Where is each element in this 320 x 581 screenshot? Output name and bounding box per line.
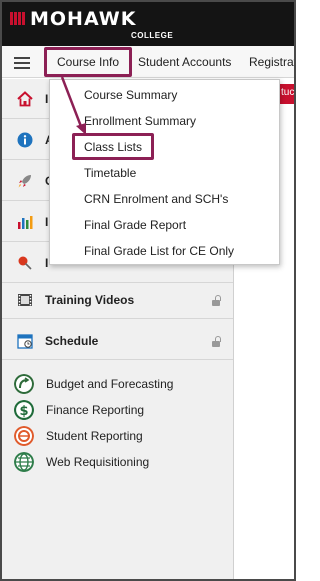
menu-item-final-grade-list-ce[interactable]: Final Grade List for CE Only bbox=[84, 244, 234, 258]
app-link-label: Budget and Forecasting bbox=[46, 377, 174, 391]
sidebar-item-label: I bbox=[45, 215, 49, 229]
nav-student-accounts[interactable]: Student Accounts bbox=[138, 55, 231, 69]
bar-chart-icon bbox=[18, 216, 33, 229]
info-icon bbox=[17, 132, 33, 148]
logo-mark-icon bbox=[10, 12, 26, 25]
calendar-icon bbox=[17, 334, 33, 349]
nav-registration[interactable]: Registrat bbox=[249, 55, 294, 69]
course-info-dropdown: Course Summary Enrollment Summary Class … bbox=[49, 79, 280, 265]
budget-icon bbox=[14, 374, 34, 394]
logo-subtext: COLLEGE bbox=[131, 31, 174, 40]
header-bar: MOHAWK COLLEGE bbox=[2, 2, 294, 46]
menu-item-final-grade-report[interactable]: Final Grade Report bbox=[84, 218, 186, 232]
lock-icon[interactable] bbox=[212, 295, 222, 306]
sidebar-item-label: Training Videos bbox=[45, 293, 135, 307]
menu-item-crn-enrolment[interactable]: CRN Enrolment and SCH's bbox=[84, 192, 228, 206]
globe-icon bbox=[14, 452, 34, 472]
svg-text:$: $ bbox=[19, 404, 28, 419]
menu-item-course-summary[interactable]: Course Summary bbox=[84, 88, 177, 102]
sidebar-item-label: I bbox=[45, 256, 49, 270]
student-reporting-icon bbox=[14, 426, 34, 446]
app-link-label: Web Requisitioning bbox=[46, 455, 150, 469]
pushpin-icon bbox=[18, 256, 32, 270]
app-link-label: Student Reporting bbox=[46, 429, 143, 443]
menu-item-enrollment-summary[interactable]: Enrollment Summary bbox=[84, 114, 196, 128]
lock-icon[interactable] bbox=[212, 336, 222, 347]
sidebar-item-training-videos[interactable]: Training Videos bbox=[2, 279, 233, 319]
course-info-highlight-box bbox=[44, 47, 132, 77]
film-icon bbox=[18, 294, 32, 306]
content-banner-peek: tuc bbox=[280, 84, 294, 104]
rocket-icon bbox=[18, 175, 31, 188]
class-lists-highlight-box bbox=[72, 133, 154, 160]
sidebar-item-label: Schedule bbox=[45, 334, 99, 348]
sidebar-item-label: I bbox=[45, 92, 49, 106]
menu-item-timetable[interactable]: Timetable bbox=[84, 166, 136, 180]
app-link-label: Finance Reporting bbox=[46, 403, 145, 417]
home-icon bbox=[17, 91, 33, 107]
sidebar-item-schedule[interactable]: Schedule bbox=[2, 320, 233, 360]
logo-text: MOHAWK bbox=[30, 8, 137, 30]
hamburger-menu-icon[interactable] bbox=[14, 57, 30, 69]
app-window: MOHAWK COLLEGE Course Info Student Accou… bbox=[0, 0, 296, 581]
dollar-icon: $ bbox=[14, 400, 34, 420]
